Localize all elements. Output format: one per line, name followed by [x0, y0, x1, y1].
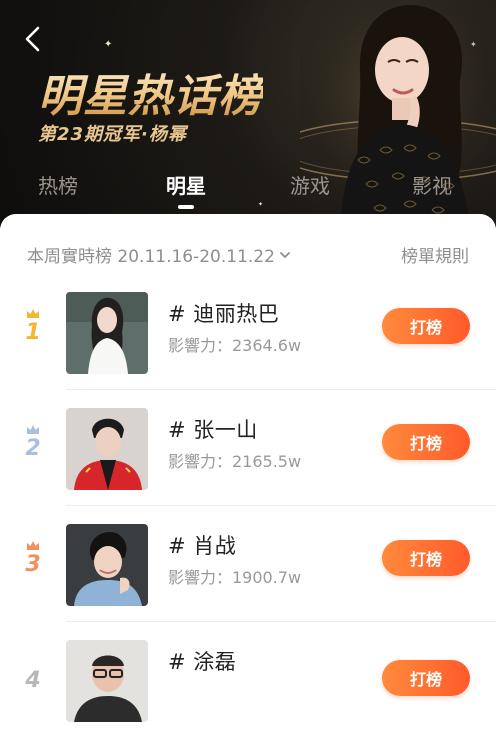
category-tabs: 热榜 明星 游戏 影视 — [0, 170, 496, 210]
vote-button[interactable]: 打榜 — [382, 308, 470, 344]
crown-icon — [27, 309, 39, 318]
ranking-card: 本周實時榜 20.11.16-20.11.22 榜單規則 1 # 迪丽热巴 影響… — [0, 214, 496, 722]
avatar[interactable] — [66, 292, 148, 374]
period-selector[interactable]: 本周實時榜 20.11.16-20.11.22 — [27, 242, 291, 267]
star-name: # 张一山 — [168, 418, 258, 442]
hero-banner: ✦ ✦ ✦ ✦ 明星热话榜 第23期冠军·杨幂 — [0, 0, 496, 228]
vote-button[interactable]: 打榜 — [382, 660, 470, 696]
tab-stars[interactable]: 明星 — [166, 170, 206, 199]
star-name: # 肖战 — [168, 534, 237, 558]
list-item: 3 # 肖战 影響力：1900.7w 打榜 — [0, 506, 496, 622]
tab-film-tv[interactable]: 影视 — [412, 170, 452, 199]
rank-number: 3 — [25, 552, 41, 577]
list-item: 2 # 张一山 影響力：2165.5w 打榜 — [0, 390, 496, 506]
tab-games[interactable]: 游戏 — [290, 170, 330, 199]
star-name: # 涂磊 — [168, 650, 237, 674]
sparkle-icon: ✦ — [104, 39, 113, 50]
rank-number: 2 — [25, 436, 41, 461]
rank-badge: 3 — [22, 540, 44, 577]
tab-hot[interactable]: 热榜 — [38, 170, 78, 199]
active-tab-indicator — [178, 205, 194, 209]
avatar[interactable] — [66, 640, 148, 722]
star-name: # 迪丽热巴 — [168, 302, 280, 326]
board-rules-link[interactable]: 榜單規則 — [401, 242, 469, 267]
influence-score: 影響力：1900.7w — [168, 568, 302, 587]
board-title: 明星热话榜 — [38, 60, 263, 124]
crown-icon — [27, 425, 39, 434]
avatar[interactable] — [66, 524, 148, 606]
rank-number: 1 — [25, 320, 41, 345]
vote-button[interactable]: 打榜 — [382, 424, 470, 460]
avatar[interactable] — [66, 408, 148, 490]
back-arrow-icon[interactable] — [22, 26, 44, 52]
influence-score: 影響力：2165.5w — [168, 452, 302, 471]
list-item: 1 # 迪丽热巴 影響力：2364.6w 打榜 — [0, 274, 496, 390]
period-label: 本周實時榜 20.11.16-20.11.22 — [27, 247, 275, 267]
list-item: 4 # 涂磊 打榜 — [0, 622, 496, 738]
rank-badge: 1 — [22, 308, 44, 345]
rank-badge: 2 — [22, 424, 44, 461]
chevron-down-icon — [280, 251, 290, 258]
vote-button[interactable]: 打榜 — [382, 540, 470, 576]
rank-badge: 4 — [22, 656, 44, 693]
influence-score: 影響力：2364.6w — [168, 336, 302, 355]
crown-icon — [27, 541, 39, 550]
champion-subtitle: 第23期冠军·杨幂 — [38, 124, 187, 145]
